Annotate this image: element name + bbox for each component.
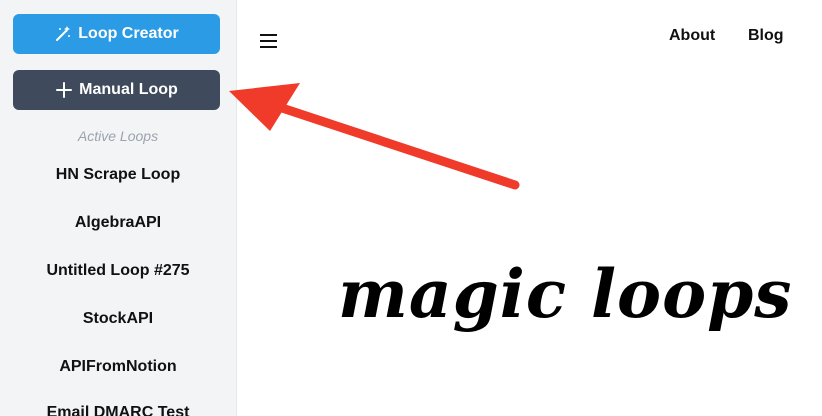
loop-creator-label: Loop Creator — [78, 25, 179, 42]
sidebar-item-loop[interactable]: StockAPI — [0, 310, 236, 328]
loop-creator-button[interactable]: Loop Creator — [13, 14, 220, 54]
active-loops-label: Active Loops — [77, 128, 159, 144]
hamburger-icon[interactable] — [258, 33, 280, 49]
manual-loop-label: Manual Loop — [79, 81, 178, 98]
manual-loop-button[interactable]: Manual Loop — [13, 70, 220, 110]
sidebar-item-loop[interactable]: HN Scrape Loop — [0, 166, 236, 184]
sidebar: Loop Creator Manual Loop Active Loops HN… — [0, 0, 237, 416]
about-link[interactable]: About — [669, 27, 715, 45]
sidebar-item-loop[interactable]: Untitled Loop #275 — [0, 262, 236, 280]
plus-icon — [55, 81, 73, 99]
magic-wand-icon — [54, 25, 72, 43]
sidebar-item-loop[interactable]: APIFromNotion — [0, 358, 236, 376]
sidebar-item-loop[interactable]: AlgebraAPI — [0, 214, 236, 232]
sidebar-item-loop[interactable]: Email DMARC Test — [0, 404, 236, 416]
logo-text: magic loops — [338, 255, 793, 333]
blog-link[interactable]: Blog — [748, 27, 784, 45]
